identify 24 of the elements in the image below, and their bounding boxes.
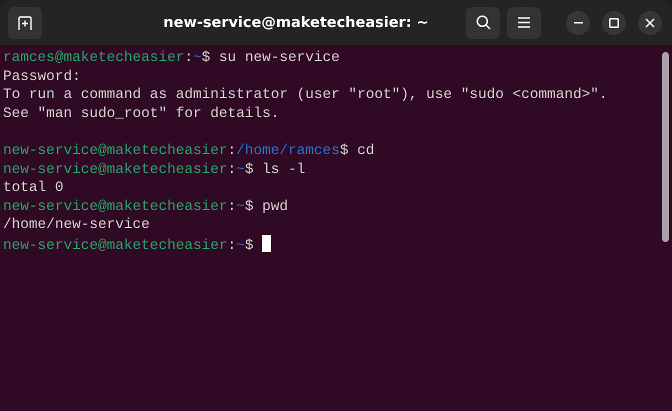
menu-button[interactable] <box>507 6 541 38</box>
new-tab-button[interactable] <box>8 6 42 38</box>
terminal-line: new-service@maketecheasier:/home/ramces$ cd <box>3 142 374 161</box>
minimize-button[interactable] <box>566 10 590 34</box>
terminal-line: new-service@maketecheasier:~$ pwd <box>3 198 288 216</box>
terminal-line: total 0 <box>3 179 64 198</box>
minimize-icon <box>574 22 582 24</box>
close-button[interactable] <box>638 10 662 34</box>
terminal-line: new-service@maketecheasier:~$ <box>3 234 272 254</box>
menu-icon <box>518 17 530 28</box>
window-title: new-service@maketecheasier: ~ <box>162 14 430 30</box>
terminal-line: See "man sudo_root" for details. <box>3 104 280 124</box>
new-tab-icon <box>18 16 32 30</box>
search-icon <box>476 15 490 30</box>
terminal-line: new-service@maketecheasier:~$ ls -l <box>3 160 306 180</box>
close-icon <box>645 18 655 28</box>
terminal-line: To run a command as administrator (user "root"), use "sudo <command>". <box>3 86 608 105</box>
terminal-line: Password: <box>3 68 81 86</box>
maximize-icon <box>609 18 619 28</box>
terminal-line: /home/new-service <box>3 216 150 235</box>
maximize-button[interactable] <box>602 10 626 34</box>
scrollbar[interactable] <box>662 52 669 242</box>
terminal-line: ramces@maketecheasier:~$ su new-service <box>3 49 340 68</box>
search-button[interactable] <box>466 6 500 38</box>
